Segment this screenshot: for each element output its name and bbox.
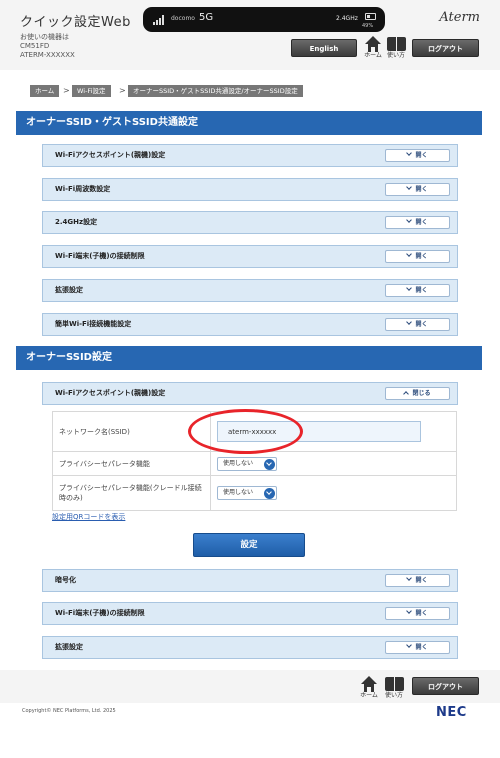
chevron-up-icon <box>403 391 410 397</box>
accordion-easy-connect[interactable]: 簡単Wi-Fi接続機能設定 開く <box>42 313 458 336</box>
device-ssid: ATERM-XXXXXX <box>20 51 75 59</box>
expand-button[interactable]: 開く <box>385 641 450 654</box>
accordion-label: Wi-Fi端末(子機)の接続制限 <box>55 609 145 617</box>
breadcrumb-wifi[interactable]: Wi-Fi設定 <box>72 85 111 97</box>
expand-button[interactable]: 開く <box>385 318 450 331</box>
breadcrumb-separator: > <box>63 86 70 95</box>
help-link[interactable]: 使い方 <box>383 36 409 59</box>
help-label: 使い方 <box>384 692 403 699</box>
accordion-label: Wi-Fiアクセスポイント(親機)設定 <box>55 151 166 159</box>
footer-bar: ホーム 使い方 ログアウト <box>0 670 500 703</box>
chevron-down-icon <box>406 217 413 223</box>
chevron-down-icon <box>264 458 275 470</box>
accordion-24ghz[interactable]: 2.4GHz設定 開く <box>42 211 458 234</box>
ssid-highlight-ellipse <box>188 409 303 454</box>
section-title-owner: オーナーSSID設定 <box>16 346 482 370</box>
chevron-down-icon <box>264 488 275 499</box>
signal-icon <box>153 15 167 25</box>
breadcrumb-separator: > <box>119 86 126 95</box>
expand-button[interactable]: 開く <box>385 607 450 620</box>
privacy-separator-cradle-select[interactable]: 使用しない <box>217 486 277 500</box>
device-status-bar: docomo 5G 2.4GHz 49% <box>143 7 385 32</box>
section-title-common: オーナーSSID・ゲストSSID共通設定 <box>16 111 482 135</box>
chevron-down-icon <box>406 608 413 614</box>
logout-button[interactable]: ログアウト <box>412 39 479 57</box>
privacy-separator-cradle-label: プライバシーセパレータ機能(クレードル接続時のみ) <box>52 475 211 511</box>
home-icon <box>356 676 382 692</box>
accordion-frequency[interactable]: Wi-Fi周波数設定 開く <box>42 178 458 201</box>
accordion-label: Wi-Fi端末(子機)の接続制限 <box>55 252 145 260</box>
chevron-down-icon <box>406 285 413 291</box>
breadcrumb-current: オーナーSSID・ゲストSSID共通設定/オーナーSSID設定 <box>128 85 303 97</box>
accordion-label: Wi-Fiアクセスポイント(親機)設定 <box>55 389 166 397</box>
carrier-label: docomo <box>171 15 195 22</box>
footer-home-link[interactable]: ホーム <box>356 676 382 699</box>
privacy-cradle-cell: 使用しない <box>210 475 457 511</box>
expand-button[interactable]: 開く <box>385 183 450 196</box>
chevron-down-icon <box>406 251 413 257</box>
accordion-advanced[interactable]: 拡張設定 開く <box>42 279 458 302</box>
expand-button[interactable]: 開く <box>385 250 450 263</box>
device-model: CM51FD <box>20 42 50 50</box>
expand-button[interactable]: 開く <box>385 216 450 229</box>
chevron-down-icon <box>406 575 413 581</box>
english-button[interactable]: English <box>291 39 357 57</box>
settings-row-privacy: プライバシーセパレータ機能 使用しない <box>52 451 457 476</box>
breadcrumb-home[interactable]: ホーム <box>30 85 60 97</box>
wifi-band-label: 2.4GHz <box>336 15 358 22</box>
chevron-down-icon <box>406 184 413 190</box>
chevron-down-icon <box>406 319 413 325</box>
expand-button[interactable]: 開く <box>385 284 450 297</box>
nec-logo: NEC <box>436 705 467 720</box>
footer-help-link[interactable]: 使い方 <box>381 676 407 699</box>
network-type: 5G <box>199 12 214 23</box>
accordion-label: 暗号化 <box>55 576 76 584</box>
book-icon <box>383 36 409 52</box>
app-title: クイック設定Web <box>20 15 131 30</box>
battery-percent: 49% <box>362 23 374 29</box>
footer-logout-button[interactable]: ログアウト <box>412 677 479 695</box>
accordion-label: 簡単Wi-Fi接続機能設定 <box>55 320 132 328</box>
book-icon <box>381 676 407 692</box>
accordion-owner-connection-limit[interactable]: Wi-Fi端末(子機)の接続制限 開く <box>42 602 458 625</box>
accordion-label: 拡張設定 <box>55 286 83 294</box>
device-caption: お使いの機器は <box>20 33 69 41</box>
home-label: ホーム <box>360 692 378 699</box>
accordion-label: Wi-Fi周波数設定 <box>55 185 111 193</box>
collapse-button[interactable]: 閉じる <box>385 387 450 400</box>
expand-button[interactable]: 開く <box>385 574 450 587</box>
accordion-encryption[interactable]: 暗号化 開く <box>42 569 458 592</box>
header: クイック設定Web お使いの機器は CM51FD ATERM-XXXXXX do… <box>0 0 500 70</box>
copyright-text: Copyright© NEC Platforms, Ltd. 2025 <box>22 708 116 714</box>
qr-code-link[interactable]: 設定用QRコードを表示 <box>52 512 125 522</box>
ssid-label: ネットワーク名(SSID) <box>52 411 211 452</box>
accordion-owner-access-point[interactable]: Wi-Fiアクセスポイント(親機)設定 閉じる <box>42 382 458 405</box>
accordion-label: 2.4GHz設定 <box>55 218 98 226</box>
submit-button[interactable]: 設定 <box>193 533 305 557</box>
accordion-owner-advanced[interactable]: 拡張設定 開く <box>42 636 458 659</box>
battery-icon <box>365 13 376 20</box>
accordion-connection-limit[interactable]: Wi-Fi端末(子機)の接続制限 開く <box>42 245 458 268</box>
help-label: 使い方 <box>386 52 405 59</box>
expand-button[interactable]: 開く <box>385 149 450 162</box>
privacy-cell: 使用しない <box>210 451 457 476</box>
accordion-label: 拡張設定 <box>55 643 83 651</box>
chevron-down-icon <box>406 642 413 648</box>
privacy-separator-label: プライバシーセパレータ機能 <box>52 451 211 476</box>
settings-row-privacy-cradle: プライバシーセパレータ機能(クレードル接続時のみ) 使用しない <box>52 475 457 511</box>
chevron-down-icon <box>406 150 413 156</box>
brand-logo: Aterm <box>439 10 480 25</box>
accordion-common-access-point[interactable]: Wi-Fiアクセスポイント(親機)設定 開く <box>42 144 458 167</box>
privacy-separator-select[interactable]: 使用しない <box>217 456 277 471</box>
